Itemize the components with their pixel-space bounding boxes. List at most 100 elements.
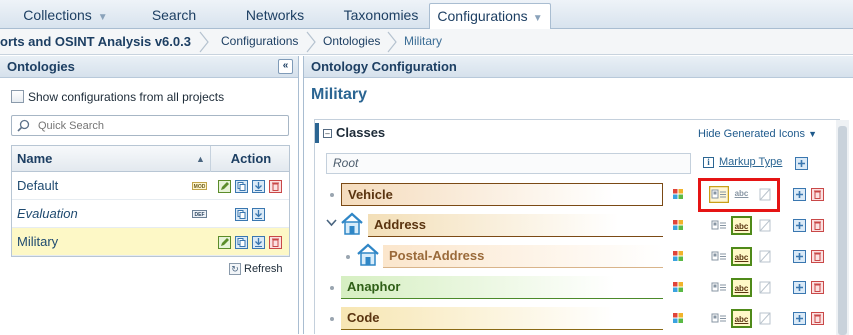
tab-collections-label: Collections — [23, 7, 92, 23]
breadcrumb-military: Military — [404, 34, 442, 48]
show-all-projects-label: Show configurations from all projects — [28, 89, 225, 104]
export-icon[interactable] — [252, 236, 265, 249]
class-name-box[interactable]: Postal-Address — [383, 245, 663, 268]
breadcrumb: orts and OSINT Analysis v6.0.3 Configura… — [0, 29, 853, 55]
export-icon[interactable] — [252, 180, 265, 193]
show-all-projects-checkbox[interactable] — [11, 90, 24, 104]
class-name-box[interactable]: Anaphor — [341, 276, 663, 299]
delete-class-icon[interactable] — [811, 250, 824, 263]
tree-bullet — [330, 317, 334, 321]
tree-bullet — [346, 255, 350, 259]
class-name-box[interactable]: Vehicle — [341, 183, 663, 206]
collapse-panel-button[interactable]: « — [278, 59, 293, 74]
text-markup-icon[interactable]: abc — [731, 278, 752, 297]
no-markup-icon[interactable] — [755, 279, 775, 296]
text-markup-icon[interactable]: abc — [731, 216, 752, 235]
table-row[interactable]: Default MOD — [12, 172, 289, 200]
tab-configurations[interactable]: Configurations ▼ — [429, 3, 551, 30]
expand-toggle-icon[interactable] — [326, 217, 337, 231]
tab-networks[interactable]: Networks — [217, 3, 333, 29]
tab-collections[interactable]: Collections ▼ — [0, 3, 131, 29]
breadcrumb-project[interactable]: orts and OSINT Analysis v6.0.3 — [0, 29, 191, 55]
vertical-scrollbar[interactable] — [836, 120, 849, 335]
add-subclass-icon[interactable] — [793, 281, 806, 294]
hide-generated-icons-link[interactable]: Hide Generated Icons ▼ — [698, 128, 817, 140]
no-markup-icon[interactable] — [755, 248, 775, 265]
image-markup-icon[interactable] — [709, 248, 729, 265]
default-badge: DEF — [192, 210, 207, 218]
tab-taxonomies[interactable]: Taxonomies — [333, 3, 429, 29]
class-name-label: Vehicle — [348, 187, 393, 202]
ontology-configuration-header: Ontology Configuration — [304, 56, 853, 78]
class-name-box[interactable]: Code — [341, 307, 663, 330]
tab-configurations-label: Configurations — [437, 8, 528, 24]
ontologies-panel-title: Ontologies — [7, 59, 75, 74]
table-header: Name ▲ Action — [12, 146, 289, 172]
no-markup-icon[interactable] — [755, 310, 775, 327]
breadcrumb-separator-icon — [199, 31, 209, 53]
chevron-down-icon: ▼ — [808, 129, 817, 139]
export-icon[interactable] — [252, 208, 265, 221]
page-title: Military — [311, 86, 368, 103]
text-markup-icon[interactable]: abc — [731, 247, 752, 266]
delete-class-icon[interactable] — [811, 281, 824, 294]
copy-icon[interactable] — [235, 180, 248, 193]
column-header-name[interactable]: Name — [17, 146, 52, 172]
image-markup-icon[interactable] — [709, 279, 729, 296]
collapse-section-icon[interactable]: – — [323, 129, 332, 138]
refresh-button[interactable]: ↻ Refresh — [229, 263, 283, 278]
table-row[interactable]: Military — [12, 228, 289, 256]
delete-icon[interactable] — [269, 236, 282, 249]
add-class-icon[interactable] — [795, 157, 808, 170]
delete-class-icon[interactable] — [811, 219, 824, 232]
markup-type-link[interactable]: Markup Type — [719, 156, 782, 168]
copy-icon[interactable] — [235, 208, 248, 221]
section-accent-bar — [315, 123, 319, 143]
ontologies-table: Name ▲ Action Default MOD Evaluation DEF… — [11, 145, 290, 257]
chevron-down-icon: ▼ — [97, 12, 108, 23]
edit-icon[interactable] — [218, 180, 231, 193]
add-subclass-icon[interactable] — [793, 312, 806, 325]
color-picker-icon[interactable] — [673, 251, 683, 261]
hide-generated-icons-label: Hide Generated Icons — [698, 128, 806, 140]
scrollbar-thumb[interactable] — [838, 126, 847, 335]
ontology-name[interactable]: Evaluation — [17, 200, 78, 228]
ontology-configuration-title: Ontology Configuration — [311, 59, 457, 74]
class-name-label: Code — [347, 310, 380, 325]
edit-icon[interactable] — [218, 236, 231, 249]
add-subclass-icon[interactable] — [793, 250, 806, 263]
ontology-name[interactable]: Military — [17, 228, 58, 256]
refresh-icon: ↻ — [229, 263, 241, 276]
add-subclass-icon[interactable] — [793, 188, 806, 201]
delete-class-icon[interactable] — [811, 188, 824, 201]
table-row[interactable]: Evaluation DEF — [12, 200, 289, 228]
info-icon: i — [703, 157, 714, 168]
tree-bullet — [330, 286, 334, 290]
breadcrumb-ontologies[interactable]: Ontologies — [323, 29, 380, 55]
quick-search-input[interactable] — [36, 117, 284, 134]
ontologies-panel: Ontologies « Show configurations from al… — [0, 56, 299, 334]
image-markup-icon[interactable] — [709, 310, 729, 327]
color-picker-icon[interactable] — [673, 313, 683, 323]
color-picker-icon[interactable] — [673, 189, 683, 199]
delete-icon[interactable] — [269, 180, 282, 193]
color-picker-icon[interactable] — [673, 220, 683, 230]
breadcrumb-configurations[interactable]: Configurations — [221, 29, 298, 55]
tab-networks-label: Networks — [245, 7, 305, 23]
markup-highlight-box — [698, 178, 780, 212]
image-markup-icon[interactable] — [709, 217, 729, 234]
ontology-name[interactable]: Default — [17, 172, 58, 200]
no-markup-icon[interactable] — [755, 217, 775, 234]
color-picker-icon[interactable] — [673, 282, 683, 292]
delete-class-icon[interactable] — [811, 312, 824, 325]
breadcrumb-separator-icon — [387, 31, 397, 53]
tab-search[interactable]: Search — [131, 3, 217, 29]
ontologies-panel-header: Ontologies « — [0, 56, 298, 78]
class-name-label: Postal-Address — [389, 248, 485, 263]
sort-ascending-icon[interactable]: ▲ — [196, 146, 205, 172]
add-subclass-icon[interactable] — [793, 219, 806, 232]
class-name-box[interactable]: Address — [368, 214, 663, 237]
text-markup-icon[interactable]: abc — [731, 309, 752, 328]
class-name-label: Address — [374, 217, 427, 232]
copy-icon[interactable] — [235, 236, 248, 249]
